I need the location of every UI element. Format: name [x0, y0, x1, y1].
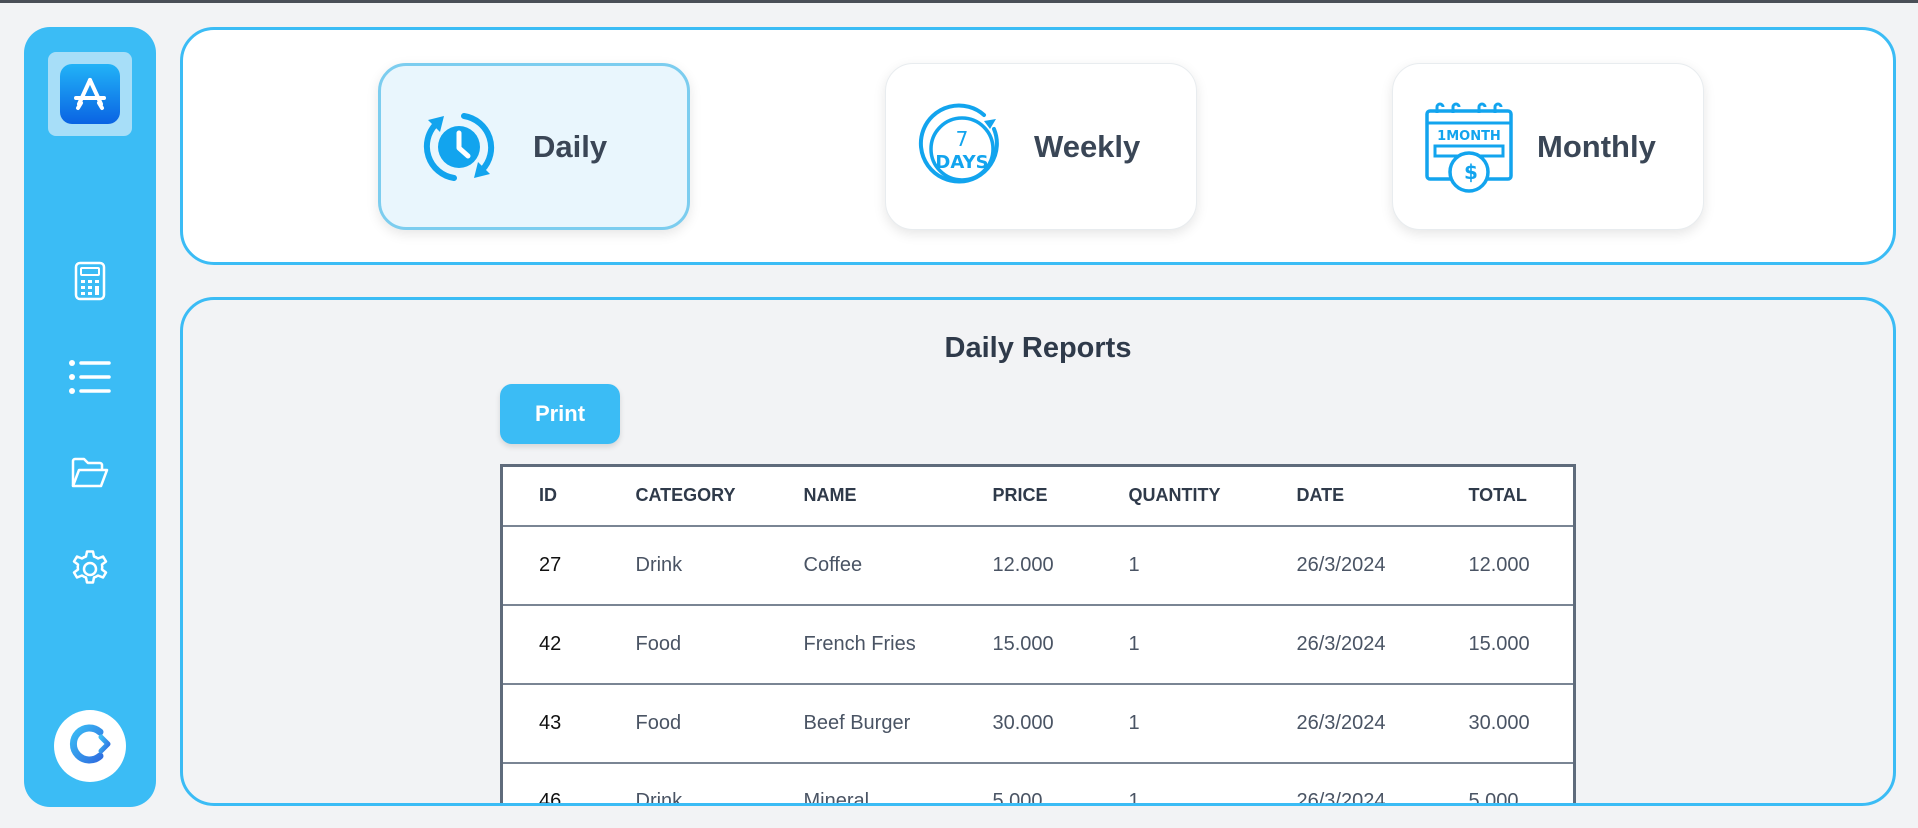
- page-title: Daily Reports: [944, 332, 1132, 364]
- report-table: ID CATEGORY NAME PRICE QUANTITY DATE TOT…: [500, 464, 1576, 803]
- cell-category: Drink: [599, 762, 768, 803]
- app-logo[interactable]: [48, 52, 132, 136]
- cell-total: 15.000: [1432, 604, 1575, 685]
- cell-name: French Fries: [767, 604, 957, 685]
- period-card-weekly[interactable]: 7 DAYS Weekly: [885, 63, 1197, 230]
- cell-name: Coffee: [767, 525, 957, 606]
- column-header-date[interactable]: DATE: [1260, 465, 1433, 527]
- cell-category: Food: [599, 683, 768, 764]
- calculator-icon: [73, 261, 107, 305]
- table-row[interactable]: 43 Food Beef Burger 30.000 1 26/3/2024 3…: [501, 683, 1575, 764]
- cell-date: 26/3/2024: [1260, 604, 1433, 685]
- list-icon: [68, 359, 112, 399]
- cell-id: 42: [501, 604, 600, 685]
- cell-date: 26/3/2024: [1260, 762, 1433, 803]
- cell-price: 12.000: [956, 525, 1093, 606]
- print-button[interactable]: Print: [500, 384, 620, 444]
- logout-icon: [64, 718, 116, 774]
- cell-id: 27: [501, 525, 600, 606]
- cell-total: 5.000: [1432, 762, 1575, 803]
- seven-days-icon: 7 DAYS: [914, 99, 1010, 195]
- svg-text:1MONTH: 1MONTH: [1437, 129, 1501, 144]
- cell-name: Beef Burger: [767, 683, 957, 764]
- logout-button[interactable]: [54, 710, 126, 782]
- column-header-quantity[interactable]: QUANTITY: [1092, 465, 1261, 527]
- cell-price: 15.000: [956, 604, 1093, 685]
- table-row[interactable]: 42 Food French Fries 15.000 1 26/3/2024 …: [501, 604, 1575, 685]
- cell-quantity: 1: [1092, 525, 1261, 606]
- cell-price: 30.000: [956, 683, 1093, 764]
- cell-date: 26/3/2024: [1260, 683, 1433, 764]
- period-card-daily[interactable]: Daily: [378, 63, 690, 230]
- cell-name: Mineral: [767, 762, 957, 803]
- cell-quantity: 1: [1092, 683, 1261, 764]
- column-header-id[interactable]: ID: [501, 465, 600, 527]
- app-store-icon: [60, 64, 120, 124]
- column-header-name[interactable]: NAME: [767, 465, 957, 527]
- cell-price: 5.000: [956, 762, 1093, 803]
- sidebar-item-calculator[interactable]: [66, 259, 114, 307]
- period-label-monthly: Monthly: [1537, 128, 1656, 164]
- window-top-border: [0, 0, 1918, 3]
- sidebar-item-settings[interactable]: [66, 547, 114, 595]
- cell-total: 30.000: [1432, 683, 1575, 764]
- clock-cycle-icon: [411, 99, 507, 195]
- table-header-row: ID CATEGORY NAME PRICE QUANTITY DATE TOT…: [501, 465, 1575, 527]
- period-card-monthly[interactable]: 1MONTH $ Monthly: [1392, 63, 1704, 230]
- cell-id: 43: [501, 683, 600, 764]
- cell-category: Drink: [599, 525, 768, 606]
- table-row[interactable]: 46 Drink Mineral 5.000 1 26/3/2024 5.000: [501, 762, 1575, 803]
- sidebar: [24, 27, 156, 807]
- column-header-total[interactable]: TOTAL: [1432, 465, 1575, 527]
- column-header-price[interactable]: PRICE: [956, 465, 1093, 527]
- cell-quantity: 1: [1092, 762, 1261, 803]
- table-row[interactable]: 27 Drink Coffee 12.000 1 26/3/2024 12.00…: [501, 525, 1575, 606]
- svg-text:7: 7: [956, 127, 969, 151]
- folder-open-icon: [70, 456, 110, 494]
- svg-text:DAYS: DAYS: [935, 152, 988, 173]
- period-label-weekly: Weekly: [1034, 128, 1141, 164]
- one-month-calendar-icon: 1MONTH $: [1421, 99, 1517, 195]
- gear-icon: [69, 548, 111, 594]
- cell-quantity: 1: [1092, 604, 1261, 685]
- report-panel: Daily Reports Print ID CATEGORY NAME PRI…: [180, 297, 1896, 806]
- column-header-category[interactable]: CATEGORY: [599, 465, 768, 527]
- cell-total: 12.000: [1432, 525, 1575, 606]
- svg-text:$: $: [1464, 160, 1478, 184]
- period-selector-panel: Daily 7 DAYS Weekly 1MONTH $ Monthly: [180, 27, 1896, 265]
- cell-id: 46: [501, 762, 600, 803]
- cell-date: 26/3/2024: [1260, 525, 1433, 606]
- sidebar-item-folder[interactable]: [66, 451, 114, 499]
- cell-category: Food: [599, 604, 768, 685]
- period-label-daily: Daily: [533, 128, 608, 164]
- sidebar-item-list[interactable]: [66, 355, 114, 403]
